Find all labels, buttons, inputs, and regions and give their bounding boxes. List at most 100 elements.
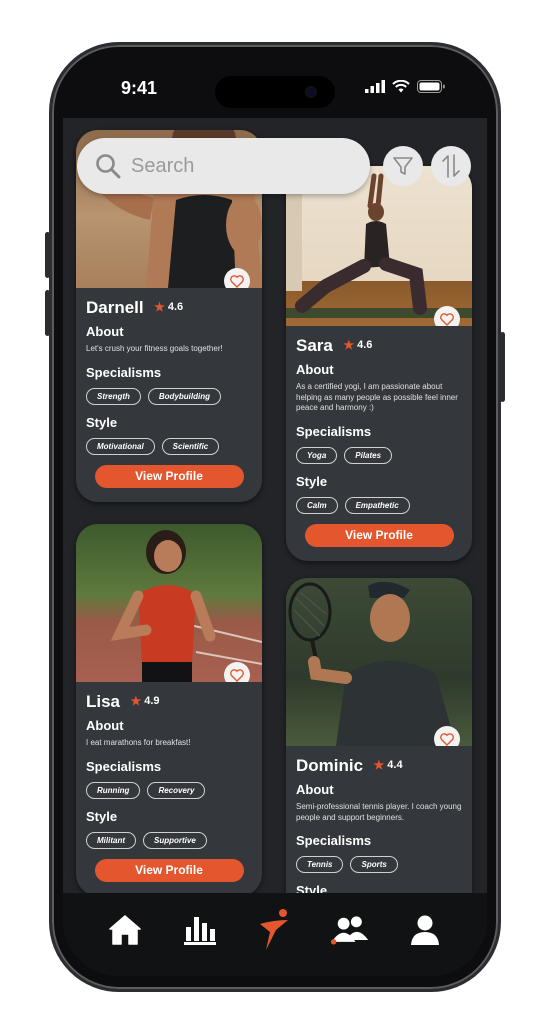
rating-value: 4.9 [144, 695, 160, 707]
about-text: As a certified yogi, I am passionate abo… [296, 382, 458, 412]
status-bar: 9:41 [63, 58, 487, 118]
specialism-tag[interactable]: Pilates [344, 446, 393, 464]
rating-value: 4.6 [357, 339, 373, 351]
rating: ★ 4.6 [343, 338, 372, 352]
specialism-tag[interactable]: Yoga [296, 446, 338, 464]
specialism-tag[interactable]: Recovery [147, 781, 206, 799]
favorite-button[interactable] [434, 306, 460, 326]
trainer-name: Dominic [296, 756, 364, 775]
search-input[interactable]: Search [131, 155, 194, 178]
trainer-feed[interactable]: Darnell ★ 4.6 About Let's crush your fitn… [63, 118, 487, 893]
style-tags: Calm Empathetic [296, 496, 462, 514]
trainer-image [110, 530, 262, 682]
star-icon: ★ [343, 338, 355, 352]
rating: ★ 4.4 [374, 758, 403, 772]
trainer-photo [76, 524, 262, 682]
about-text: I eat marathons for breakfast! [86, 738, 191, 747]
favorite-button[interactable] [224, 268, 250, 288]
trainer-card-body: Darnell ★ 4.6 About Let's crush your fitn… [76, 288, 262, 502]
rating-value: 4.6 [167, 301, 184, 313]
community-icon [331, 915, 369, 945]
trainer-card: Lisa ★ 4.9 About I eat marathons for brea… [76, 524, 262, 893]
trainer-photo [286, 578, 472, 746]
nav-profile[interactable] [405, 910, 445, 950]
style-tag[interactable]: Militant [86, 831, 136, 849]
specialism-tags: Yoga Pilates [296, 446, 462, 464]
signal-icon [365, 80, 385, 93]
style-tags: Militant Supportive [86, 831, 252, 849]
style-heading: Style [86, 414, 118, 430]
sort-icon [442, 154, 460, 178]
specialisms-heading: Specialisms [86, 364, 162, 380]
view-profile-button[interactable]: View Profile [94, 858, 244, 882]
about-text: Let's crush your fitness goals together! [86, 344, 223, 353]
volume-up-button [45, 232, 50, 278]
about-text: Semi-professional tennis player. I coach… [296, 802, 462, 822]
specialism-tags: Running Recovery [86, 781, 252, 799]
battery-icon [417, 80, 445, 93]
volume-down-button [45, 290, 50, 336]
star-icon: ★ [373, 758, 385, 772]
specialism-tag[interactable]: Sports [350, 856, 398, 873]
nav-logo[interactable] [255, 908, 295, 950]
dynamic-island [215, 76, 335, 108]
about-heading: About [86, 324, 124, 339]
star-icon: ★ [154, 300, 165, 314]
specialism-tags: Tennis Sports [296, 856, 462, 873]
style-tag[interactable]: Motivational [86, 437, 155, 455]
specialism-tag[interactable]: Tennis [296, 856, 344, 873]
specialism-tag[interactable]: Strength [86, 387, 141, 405]
rating: ★ 4.6 [154, 300, 183, 314]
trainer-card: Sara ★ 4.6 About As a certified yogi, I a… [286, 166, 472, 561]
style-heading: Style [86, 808, 118, 824]
view-profile-button[interactable]: View Profile [304, 523, 454, 547]
sort-button[interactable] [431, 146, 471, 186]
view-profile-button[interactable]: View Profile [94, 464, 244, 488]
nav-stats[interactable] [180, 910, 220, 950]
heart-icon [230, 668, 244, 682]
about-heading: About [296, 362, 334, 377]
logo-icon [259, 908, 288, 950]
favorite-button[interactable] [224, 662, 250, 682]
star-icon: ★ [130, 694, 142, 708]
specialism-tag[interactable]: Bodybuilding [147, 387, 221, 405]
trainer-name: Sara [296, 336, 333, 355]
specialisms-heading: Specialisms [296, 833, 372, 848]
specialisms-heading: Specialisms [86, 758, 162, 774]
filter-button[interactable] [383, 146, 423, 186]
search-icon [96, 154, 121, 179]
status-time: 9:41 [121, 78, 158, 98]
specialisms-heading: Specialisms [296, 423, 372, 439]
style-tag[interactable]: Scientific [161, 437, 220, 455]
specialism-tags: Strength Bodybuilding [86, 387, 252, 405]
camera-icon [305, 86, 317, 98]
heart-icon [440, 312, 454, 326]
nav-home[interactable] [105, 910, 145, 950]
style-tags: Motivational Scientific [86, 437, 252, 455]
search-bar[interactable]: Search [77, 138, 370, 194]
trainer-card-body: Dominic ★ 4.4 About Semi-professional ten… [286, 746, 472, 893]
trainer-card-body: Lisa ★ 4.9 About I eat marathons for brea… [76, 682, 262, 893]
trainer-name: Lisa [86, 692, 121, 711]
style-heading: Style [296, 473, 328, 489]
power-button [500, 332, 505, 402]
style-heading: Style [296, 883, 328, 893]
style-tag[interactable]: Supportive [143, 831, 207, 849]
trainer-image [288, 581, 456, 746]
stats-icon [183, 916, 216, 945]
trainer-name: Darnell [86, 298, 144, 317]
specialism-tag[interactable]: Running [86, 781, 141, 799]
style-tag[interactable]: Calm [296, 496, 338, 514]
home-icon [108, 914, 141, 945]
wifi-icon [392, 80, 410, 93]
profile-icon [411, 915, 440, 945]
bottom-nav [63, 893, 487, 976]
app-screen: 9:41 Darnell ★ 4.6 About Let's crush you… [63, 58, 487, 976]
about-heading: About [86, 718, 124, 733]
nav-community[interactable] [330, 910, 370, 950]
trainer-card: Dominic ★ 4.4 About Semi-professional ten… [286, 578, 472, 893]
favorite-button[interactable] [434, 726, 460, 746]
style-tag[interactable]: Empathetic [344, 496, 410, 514]
rating: ★ 4.9 [130, 694, 159, 708]
rating-value: 4.4 [387, 759, 403, 771]
